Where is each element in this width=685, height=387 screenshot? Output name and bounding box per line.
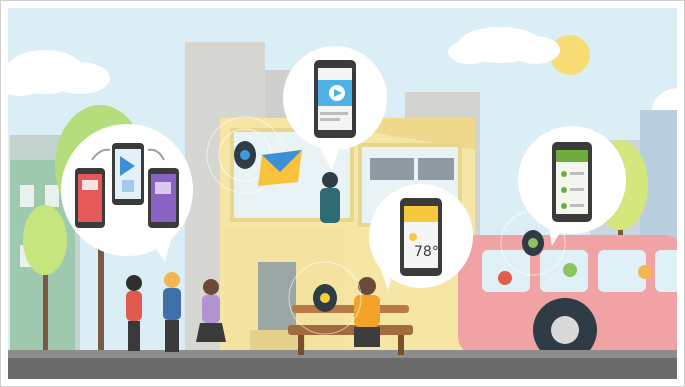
person [163,272,181,352]
phone-icon [314,60,356,138]
person [320,172,340,223]
sun-icon [409,233,417,241]
envelope-icon [258,150,302,186]
window [45,185,59,207]
phone-icon: 78° [400,198,442,276]
phone-icon [75,168,105,228]
bus-icon [458,235,677,362]
phone-icon [112,143,144,205]
building-door [258,262,296,330]
phone-icon [148,168,179,228]
weather-temperature: 78° [414,244,439,260]
picture-frame [418,158,454,180]
phone-icon [552,142,592,222]
sidewalk [8,350,677,358]
window [20,185,34,207]
illustration-scene: 78° [0,0,685,387]
road [8,357,677,379]
person [126,275,142,351]
picture-frame [370,158,414,180]
